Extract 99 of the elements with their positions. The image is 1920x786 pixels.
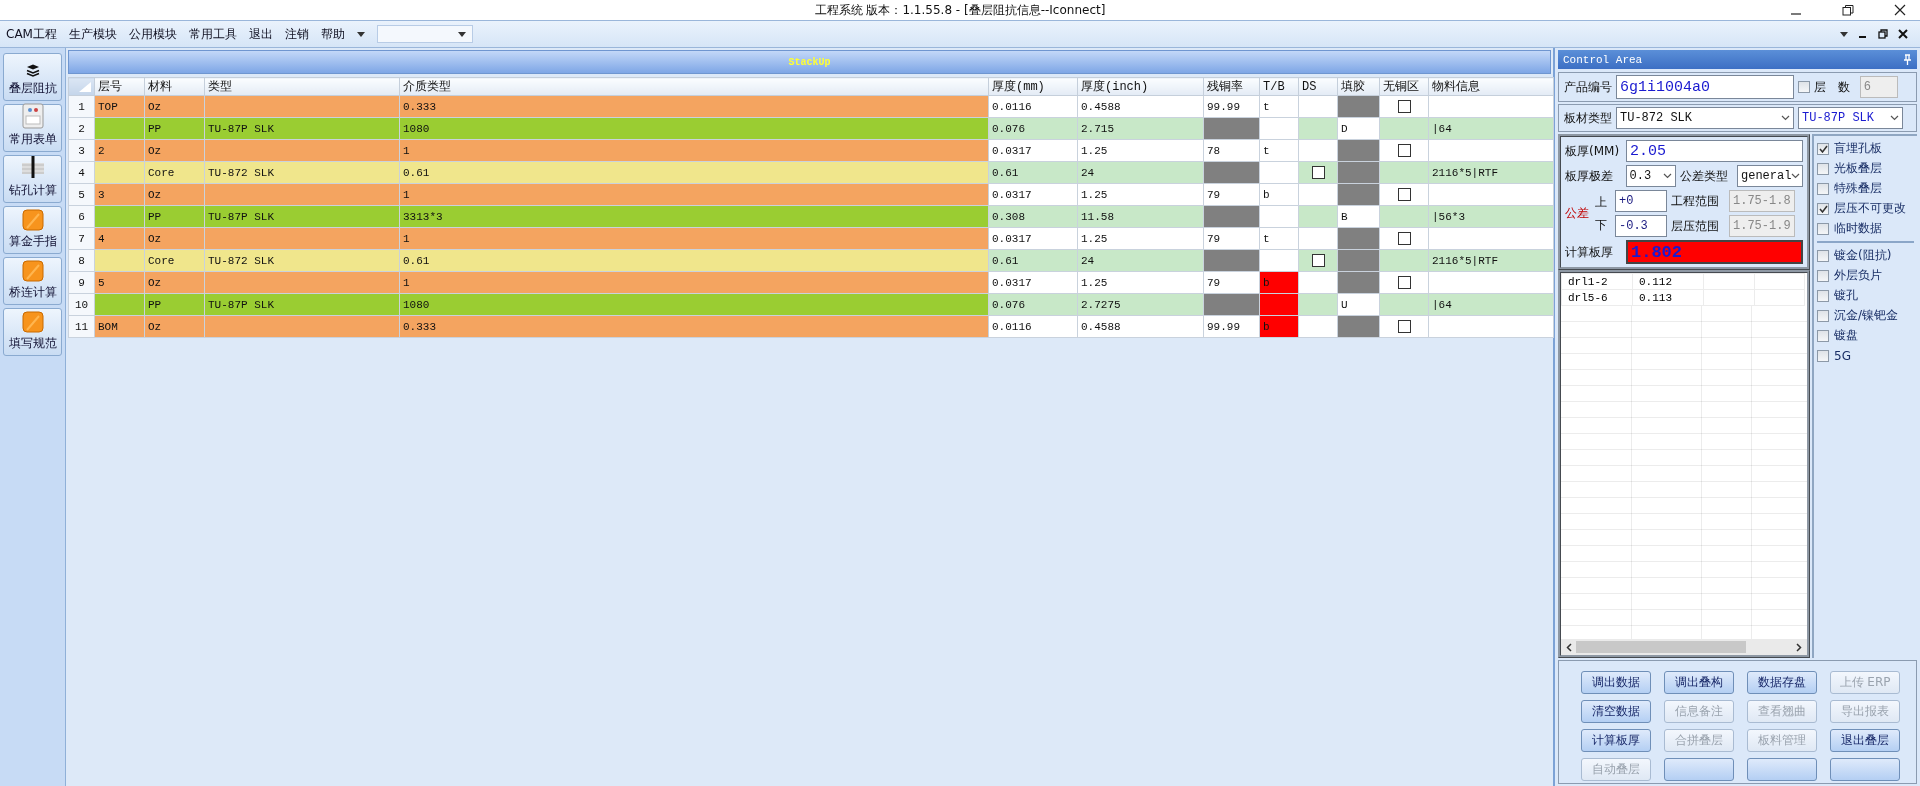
checkbox-label: 层压不可更改	[1834, 200, 1906, 217]
column-header[interactable]: 厚度(mm)	[988, 77, 1078, 96]
row-header[interactable]: 8	[68, 249, 95, 272]
table-cell: 1	[399, 139, 989, 162]
window-title: 工程系统 版本：1.1.55.8 - [叠层阻抗信息--Iconnect]	[814, 1, 1106, 19]
field-label: 公差类型	[1680, 167, 1730, 185]
result-field: 1.802	[1626, 240, 1803, 264]
field-label: 公差	[1565, 205, 1589, 222]
table-cell: TU-87P SLK	[204, 205, 400, 228]
menu-item[interactable]: 帮助	[320, 25, 345, 43]
row-header[interactable]: 1	[68, 95, 95, 118]
checkbox-label: 外层负片	[1834, 267, 1882, 284]
panel-title: StackUp	[788, 56, 831, 68]
row-header[interactable]: 9	[68, 271, 95, 294]
table-cell: 1080	[399, 293, 989, 316]
sidebar-button[interactable]: 填写规范	[3, 308, 62, 356]
action-button[interactable]: 调出数据	[1581, 671, 1651, 694]
column-header[interactable]: 物料信息	[1428, 77, 1554, 96]
sidebar-button[interactable]: 钻孔计算	[3, 155, 62, 203]
table-cell: 1	[399, 227, 989, 250]
checkbox-label: 临时数据	[1834, 220, 1882, 237]
field-label: 工程范围	[1671, 192, 1720, 210]
menu-item[interactable]: 公用模块	[128, 25, 177, 43]
column-header[interactable]: 层号	[94, 77, 145, 96]
field-label: 上	[1595, 193, 1607, 211]
action-button[interactable]: 调出叠构	[1664, 671, 1734, 694]
field-label: 板材类型	[1564, 109, 1612, 127]
field-label: 层 数	[1814, 78, 1850, 96]
input-field[interactable]: +0	[1615, 190, 1667, 212]
table-cell: TU-872 SLK	[204, 161, 400, 184]
table-cell: TU-87P SLK	[204, 117, 400, 140]
dropdown-field[interactable]: TU-872 SLK	[1616, 107, 1794, 129]
action-button[interactable]: 数据存盘	[1747, 671, 1817, 694]
row-header[interactable]: 6	[68, 205, 95, 228]
checkbox-label: 镀金(阻抗)	[1834, 247, 1892, 264]
row-header[interactable]: 10	[68, 293, 95, 316]
table-cell: 0.61	[399, 161, 989, 184]
table-cell: 0.61	[399, 249, 989, 272]
column-header[interactable]: 介质类型	[399, 77, 989, 96]
field-label: 板厚极差	[1565, 167, 1614, 185]
menu-item[interactable]: 退出	[248, 25, 273, 43]
table-cell: 1	[399, 271, 989, 294]
menu-item[interactable]: CAM工程	[6, 25, 57, 43]
input-field[interactable]: 2.05	[1626, 140, 1803, 162]
table-cell: 0.333	[399, 315, 989, 338]
dropdown-field[interactable]: general	[1737, 165, 1803, 187]
input-field: 1.75-1.8	[1729, 190, 1795, 212]
column-header[interactable]: 厚度(inch)	[1077, 77, 1204, 96]
table-cell: TU-87P SLK	[204, 293, 400, 316]
field-label: 板厚(MM)	[1565, 142, 1621, 160]
sidebar-button[interactable]: 叠层阻抗	[3, 53, 62, 101]
column-header[interactable]: DS	[1298, 77, 1338, 96]
input-field: 1.75-1.9	[1729, 215, 1795, 237]
checkbox-label: 沉金/镍钯金	[1834, 307, 1899, 324]
checkbox-label: 镀孔	[1834, 287, 1858, 304]
panel-title: Control Area	[1563, 53, 1643, 66]
table-cell: 1080	[399, 117, 989, 140]
field-label: 下	[1595, 216, 1607, 234]
column-header[interactable]: 材料	[144, 77, 205, 96]
table-cell: 0.112	[1632, 273, 1704, 290]
checkbox-label: 镀盘	[1834, 327, 1858, 344]
field-label: 产品编号	[1564, 78, 1612, 96]
checkbox-label: 特殊叠层	[1834, 180, 1882, 197]
checkbox-label: 5G	[1834, 348, 1851, 363]
table-cell: 0.333	[399, 95, 989, 118]
row-header[interactable]: 11	[68, 315, 95, 338]
column-header[interactable]: 无铜区	[1379, 77, 1429, 96]
checkbox-label: 光板叠层	[1834, 160, 1882, 177]
table-cell: 3313*3	[399, 205, 989, 228]
row-header[interactable]: 5	[68, 183, 95, 206]
column-header[interactable]: 残铜率	[1203, 77, 1260, 96]
row-header[interactable]: 7	[68, 227, 95, 250]
action-button[interactable]: 计算板厚	[1581, 729, 1651, 752]
sidebar-button[interactable]: 算金手指	[3, 206, 62, 254]
field-label: 层压范围	[1671, 217, 1720, 235]
action-button[interactable]: 清空数据	[1581, 700, 1651, 723]
menu-item[interactable]: 常用工具	[188, 25, 237, 43]
row-header[interactable]: 3	[68, 139, 95, 162]
action-button[interactable]: 退出叠层	[1830, 729, 1900, 752]
input-field[interactable]: 6g1i1004a0	[1616, 75, 1794, 99]
sidebar-button[interactable]: 桥连计算	[3, 257, 62, 305]
table-cell: 0.113	[1632, 289, 1704, 306]
row-header[interactable]: 2	[68, 117, 95, 140]
field-label: 计算板厚	[1565, 243, 1614, 261]
table-cell: drl5-6	[1561, 289, 1633, 306]
column-header[interactable]: 类型	[204, 77, 400, 96]
column-header[interactable]: 填胶	[1337, 77, 1380, 96]
column-header[interactable]: T/B	[1259, 77, 1299, 96]
checkbox-label: 盲埋孔板	[1834, 140, 1882, 157]
dropdown-field[interactable]: 0.3	[1625, 165, 1677, 187]
input-field[interactable]: -0.3	[1615, 215, 1667, 237]
dropdown-field[interactable]: TU-87P SLK	[1798, 107, 1903, 129]
row-header[interactable]: 4	[68, 161, 95, 184]
table-cell: drl1-2	[1561, 273, 1633, 290]
menu-item[interactable]: 注销	[284, 25, 309, 43]
sidebar-button[interactable]: 常用表单	[3, 104, 62, 152]
table-cell: TU-872 SLK	[204, 249, 400, 272]
menu-item[interactable]: 生产模块	[68, 25, 117, 43]
table-cell: 1	[399, 183, 989, 206]
